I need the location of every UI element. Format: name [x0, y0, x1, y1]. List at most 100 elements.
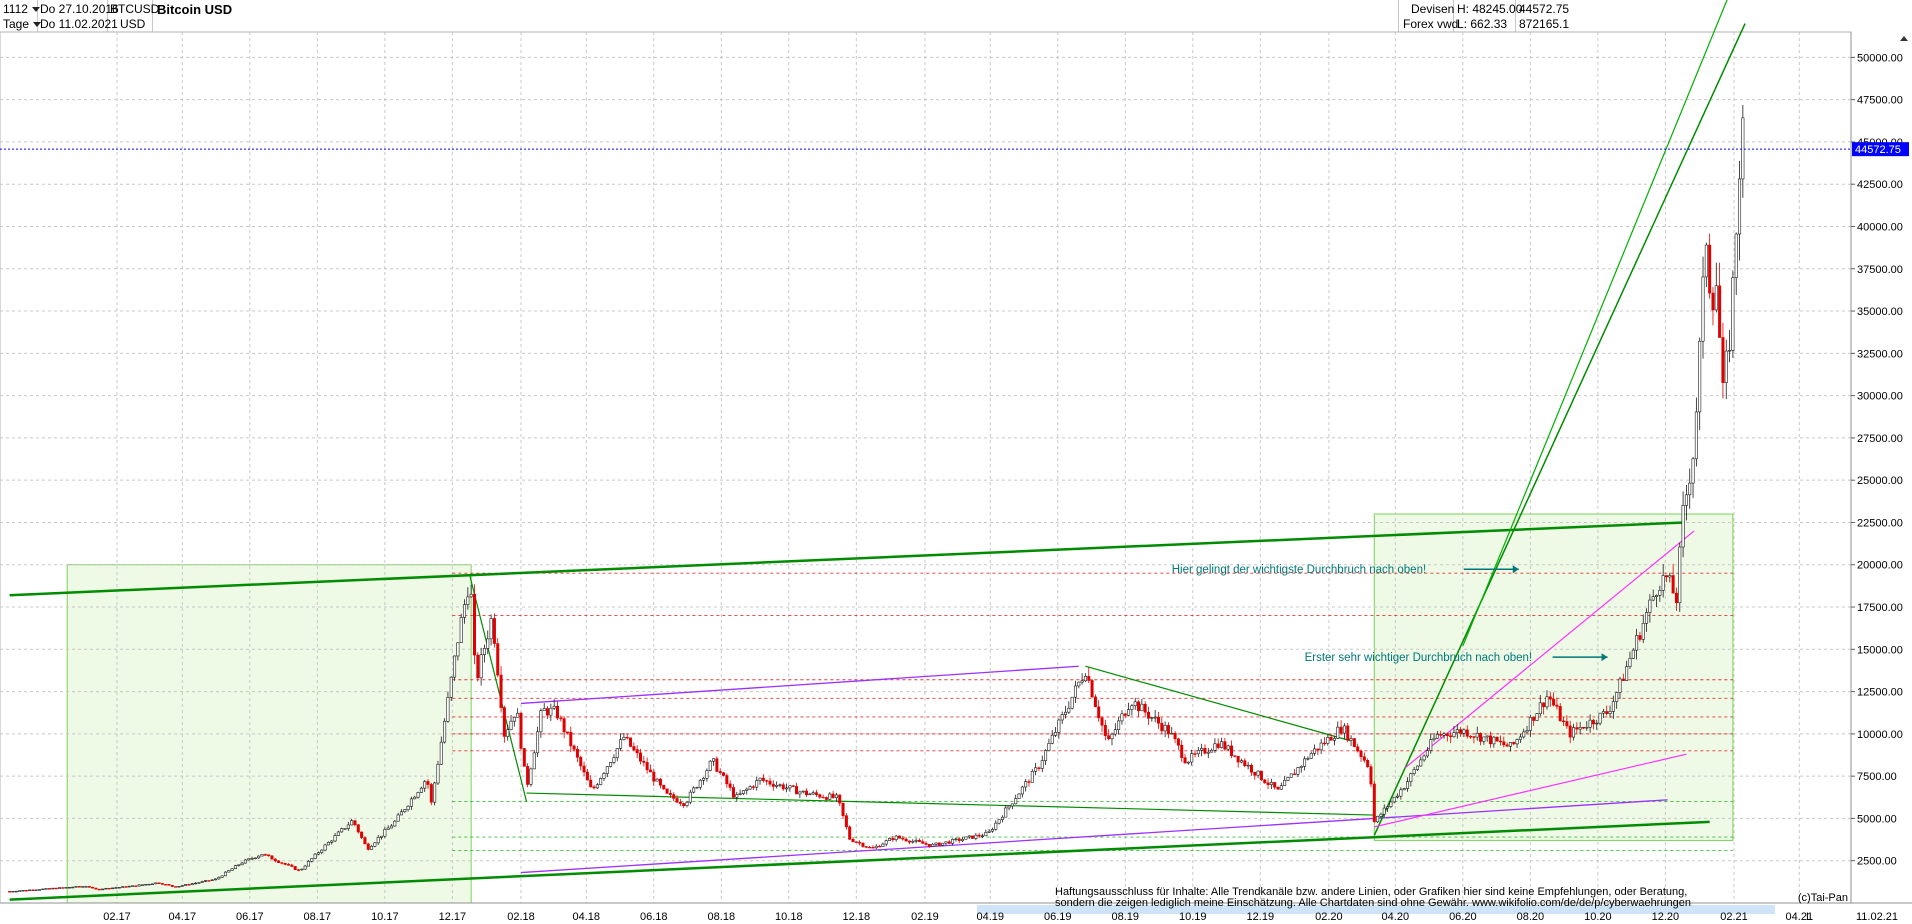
candle-body — [778, 784, 782, 786]
candle-body — [214, 878, 218, 881]
candle-body — [137, 884, 141, 887]
candle-body — [250, 858, 254, 860]
x-tick-label: 02.20 — [1315, 911, 1343, 923]
candle-body — [144, 884, 148, 886]
x-tick-label: 04.19 — [976, 911, 1004, 923]
candle-body — [190, 883, 194, 885]
candle-body — [1369, 766, 1373, 785]
candle-body — [990, 829, 994, 832]
y-tick-label: 42500.00 — [1857, 179, 1903, 191]
candle-body — [1322, 742, 1326, 745]
candle-body — [648, 769, 652, 773]
candle-body — [459, 617, 463, 643]
candle-body — [164, 884, 168, 886]
y-tick-label: 17500.00 — [1857, 602, 1903, 614]
candle-body — [1133, 701, 1137, 707]
price-chart[interactable]: Hier gelingt der wichtigste Durchbruch n… — [0, 0, 1912, 924]
candle-body — [1253, 771, 1257, 776]
candle-body — [1037, 767, 1041, 769]
candle-body — [41, 888, 45, 891]
candle-body — [1100, 717, 1104, 726]
candle-body — [1641, 622, 1645, 640]
candle-body — [971, 835, 975, 839]
candle-body — [1127, 709, 1131, 716]
candle-body — [536, 731, 540, 754]
x-tick-label: 12.17 — [439, 911, 467, 923]
candle-body — [685, 801, 689, 807]
candle-body — [121, 886, 125, 888]
candle-body — [1575, 727, 1579, 730]
x-tick-label: 02.19 — [911, 911, 939, 923]
candle-body — [134, 885, 138, 887]
candle-body — [277, 860, 281, 863]
candle-body — [1489, 735, 1493, 745]
candle-body — [914, 840, 918, 842]
candle-body — [675, 798, 679, 803]
candle-body — [1508, 742, 1512, 747]
candle-body — [1289, 773, 1293, 778]
candle-body — [658, 778, 662, 786]
candle-body — [516, 712, 520, 718]
candle-body — [107, 887, 111, 890]
candle-body — [1615, 692, 1619, 702]
candle-body — [705, 770, 709, 779]
candle-body — [1445, 733, 1449, 736]
candle-body — [243, 859, 247, 864]
candle-body — [1047, 743, 1051, 751]
candle-body — [712, 758, 716, 762]
y-tick-label: 32500.00 — [1857, 348, 1903, 360]
candle-body — [1020, 786, 1024, 795]
candle-body — [1475, 733, 1479, 738]
candle-body — [1303, 758, 1307, 767]
candle-body — [1342, 725, 1346, 734]
candle-body — [1498, 740, 1502, 743]
candle-body — [290, 864, 294, 867]
candle-body — [97, 888, 101, 891]
x-tick-label: 06.19 — [1044, 911, 1072, 923]
candle-body — [1542, 702, 1546, 708]
candle-body — [1611, 701, 1615, 712]
candle-body — [811, 792, 815, 795]
candle-body — [1359, 750, 1363, 758]
candle-body — [47, 888, 51, 890]
candle-body — [11, 890, 15, 893]
candle-body — [204, 880, 208, 882]
candle-body — [1263, 779, 1267, 784]
candle-body — [1382, 807, 1386, 815]
candle-body — [399, 811, 403, 816]
y-tick-label: 50000.00 — [1857, 52, 1903, 64]
candle-body — [1143, 703, 1147, 713]
candle-body — [1306, 758, 1310, 760]
candle-body — [1366, 760, 1370, 768]
candle-body — [934, 842, 938, 845]
candle-body — [1150, 717, 1154, 719]
candle-body — [1246, 764, 1250, 767]
candle-body — [280, 862, 284, 864]
candle-body — [416, 792, 420, 798]
candle-body — [1711, 292, 1715, 311]
candle-body — [599, 778, 603, 785]
candle-body — [1027, 781, 1031, 783]
candle-body — [1050, 735, 1054, 744]
candle-body — [1741, 117, 1745, 180]
candle-body — [1591, 719, 1595, 725]
candle-body — [619, 739, 623, 749]
y-tick-label: 40000.00 — [1857, 221, 1903, 233]
candle-body — [230, 868, 234, 871]
candle-body — [1239, 760, 1243, 763]
candle-body — [393, 820, 397, 827]
candle-body — [506, 729, 510, 737]
candle-body — [383, 829, 387, 837]
candle-body — [1678, 546, 1682, 604]
candle-body — [771, 783, 775, 787]
x-tick-label: 12.18 — [843, 911, 871, 923]
candle-body — [1572, 727, 1576, 738]
candle-body — [1684, 494, 1688, 506]
candle-body — [1000, 816, 1004, 820]
candle-body — [1137, 701, 1141, 712]
x-tick-label: 04.18 — [573, 911, 601, 923]
candle-body — [117, 887, 121, 889]
candle-body — [187, 884, 191, 886]
candle-body — [91, 886, 95, 889]
candle-body — [722, 772, 726, 776]
